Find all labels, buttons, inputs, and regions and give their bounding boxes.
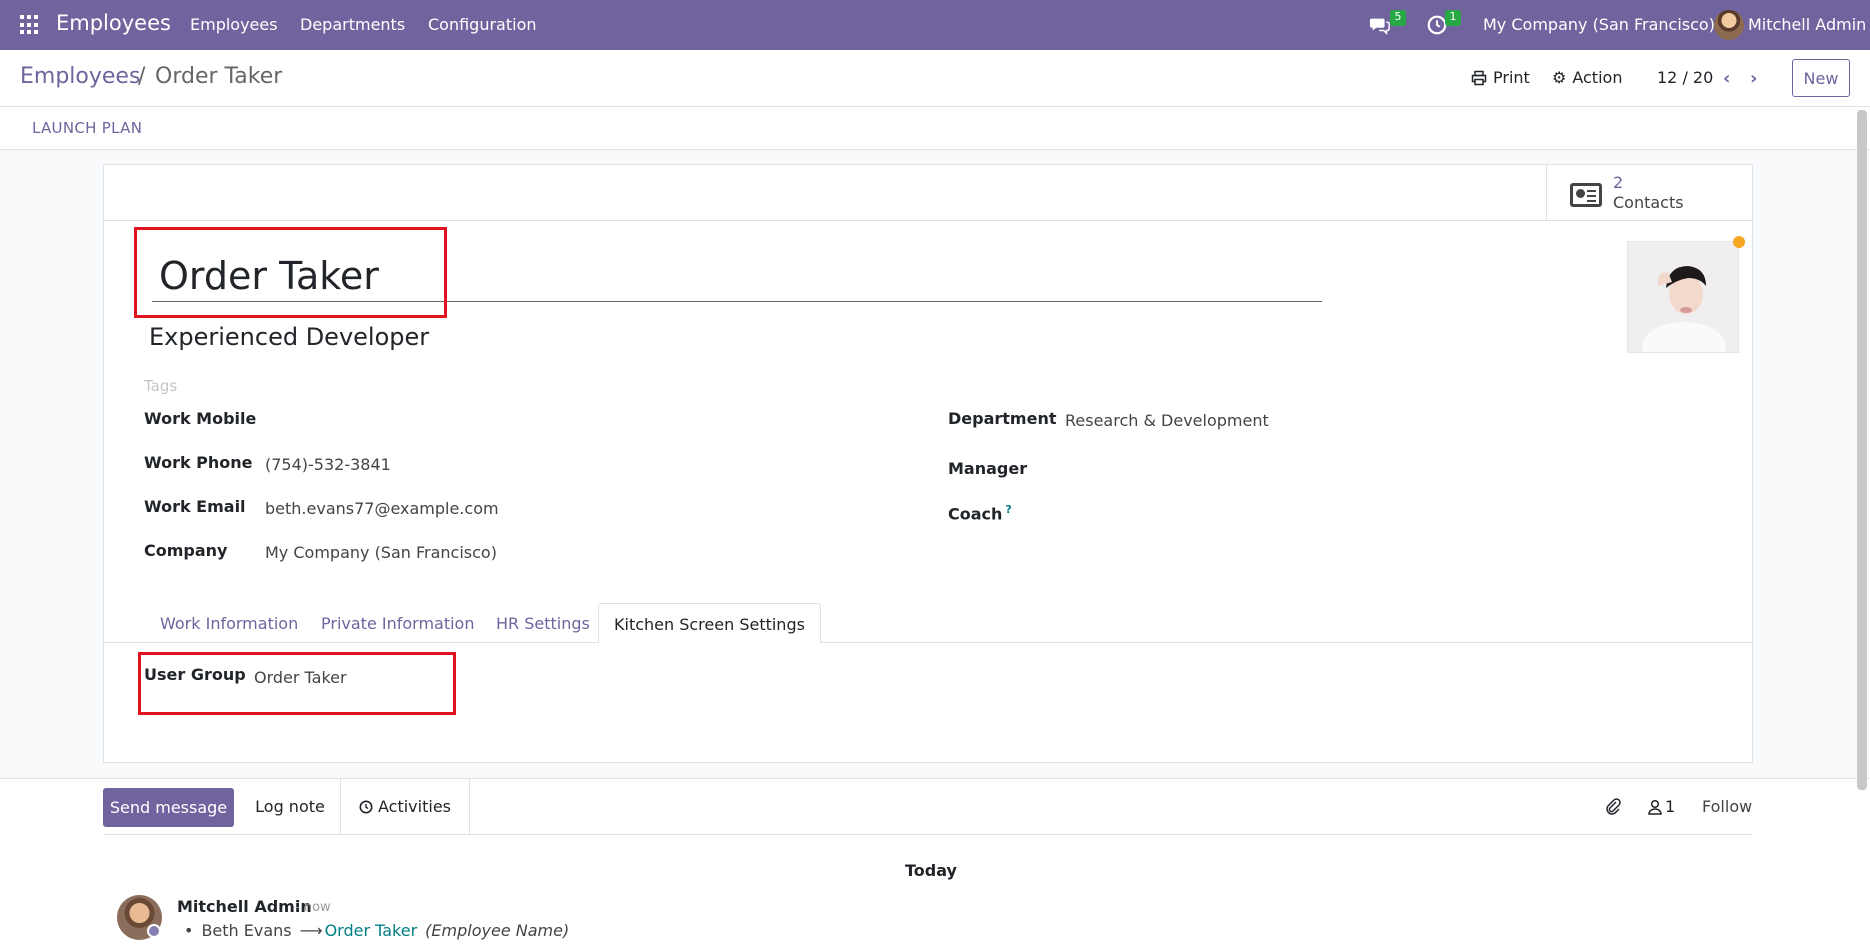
breadcrumb-current: Order Taker xyxy=(155,64,283,89)
user-avatar[interactable] xyxy=(1714,10,1744,40)
activities-button[interactable]: Activities xyxy=(341,779,469,834)
chevron-left-icon[interactable]: ‹ xyxy=(1723,68,1730,89)
tab-work-information[interactable]: Work Information xyxy=(145,603,313,643)
gear-icon: ⚙ xyxy=(1552,68,1567,87)
work-phone-value[interactable]: (754)-532-3841 xyxy=(265,455,391,474)
follow-button[interactable]: Follow xyxy=(1702,797,1752,816)
breadcrumb-employees[interactable]: Employees xyxy=(20,64,140,89)
activities-label: Activities xyxy=(378,797,451,816)
print-button[interactable]: Print xyxy=(1471,68,1530,87)
clock-icon xyxy=(359,800,373,813)
printer-icon xyxy=(1471,70,1487,85)
employee-photo[interactable] xyxy=(1627,241,1739,353)
followers-count: 1 xyxy=(1665,797,1676,816)
menu-departments[interactable]: Departments xyxy=(300,15,405,34)
form-sheet: 2 Contacts Experienced Developer Tags Wo… xyxy=(103,164,1753,763)
online-status-dot xyxy=(147,924,161,938)
work-phone-label: Work Phone xyxy=(144,453,253,472)
manager-label: Manager xyxy=(948,459,1028,478)
message-time: - now xyxy=(295,900,331,915)
user-menu[interactable]: Mitchell Admin xyxy=(1748,15,1866,34)
presence-status-dot xyxy=(1733,236,1745,248)
chatter-header-divider xyxy=(103,834,1753,835)
chatter: Send message Log note Activities 1 Follo… xyxy=(0,778,1870,952)
tracking-change: • Beth Evans ⟶ Order Taker (Employee Nam… xyxy=(184,921,569,940)
messages-badge: 5 xyxy=(1390,10,1406,26)
app-name[interactable]: Employees xyxy=(56,11,171,35)
old-value: Beth Evans xyxy=(201,921,292,940)
form-statusbar: LAUNCH PLAN xyxy=(0,107,1870,150)
menu-employees[interactable]: Employees xyxy=(190,15,278,34)
tab-private-information[interactable]: Private Information xyxy=(306,603,489,643)
company-switcher[interactable]: My Company (San Francisco) xyxy=(1483,15,1715,34)
new-value: Order Taker xyxy=(324,921,418,940)
launch-plan-button[interactable]: LAUNCH PLAN xyxy=(32,119,142,137)
user-icon xyxy=(1648,799,1662,815)
company-label: Company xyxy=(144,541,228,560)
work-mobile-label: Work Mobile xyxy=(144,409,257,428)
department-label: Department xyxy=(948,409,1057,428)
notebook-tabs: Work Information Private Information HR … xyxy=(104,603,1752,644)
job-title-field[interactable]: Experienced Developer xyxy=(149,323,429,351)
log-note-button[interactable]: Log note xyxy=(240,779,340,834)
tags-field[interactable]: Tags xyxy=(144,377,177,395)
address-card-icon xyxy=(1570,183,1602,207)
employee-photo-image xyxy=(1628,242,1738,352)
date-separator: Today xyxy=(905,861,957,880)
tab-kitchen-screen-settings[interactable]: Kitchen Screen Settings xyxy=(598,603,821,644)
work-email-value[interactable]: beth.evans77@example.com xyxy=(265,499,499,518)
arrow-right-icon: ⟶ xyxy=(299,921,323,940)
user-group-highlight-box xyxy=(138,652,456,715)
action-button[interactable]: ⚙ Action xyxy=(1552,68,1622,87)
control-panel: Employees / Order Taker Print ⚙ Action 1… xyxy=(0,50,1870,107)
help-tooltip-icon[interactable]: ? xyxy=(1005,503,1011,516)
button-box: 2 Contacts xyxy=(104,165,1752,221)
menu-configuration[interactable]: Configuration xyxy=(428,15,537,34)
coach-label: Coach? xyxy=(948,503,1012,523)
breadcrumb-separator: / xyxy=(138,64,146,89)
activities-badge: 1 xyxy=(1445,10,1461,26)
changed-field-name: (Employee Name) xyxy=(425,921,570,940)
contacts-smart-button[interactable]: 2 Contacts xyxy=(1546,165,1752,221)
top-navbar: Employees Employees Departments Configur… xyxy=(0,0,1870,50)
pager-value[interactable]: 12 / 20 xyxy=(1657,68,1713,87)
company-value[interactable]: My Company (San Francisco) xyxy=(265,543,497,562)
bullet: • xyxy=(184,921,194,940)
department-value[interactable]: Research & Development xyxy=(1065,411,1269,430)
contacts-label: Contacts xyxy=(1613,193,1684,212)
print-label: Print xyxy=(1493,68,1530,87)
name-highlight-box xyxy=(134,227,447,318)
message-author[interactable]: Mitchell Admin xyxy=(177,897,312,916)
apps-menu-icon[interactable] xyxy=(20,15,40,35)
followers-button[interactable]: 1 xyxy=(1648,797,1675,816)
send-message-button[interactable]: Send message xyxy=(103,788,234,827)
chevron-right-icon[interactable]: › xyxy=(1750,68,1757,89)
scrollbar[interactable] xyxy=(1857,110,1867,790)
new-button[interactable]: New xyxy=(1792,59,1850,97)
contacts-count: 2 xyxy=(1613,173,1624,192)
paperclip-icon[interactable] xyxy=(1604,797,1622,815)
coach-label-text: Coach xyxy=(948,504,1003,524)
work-email-label: Work Email xyxy=(144,497,246,516)
tab-hr-settings[interactable]: HR Settings xyxy=(481,603,605,643)
action-label: Action xyxy=(1572,68,1623,87)
chatter-divider xyxy=(469,779,470,834)
messages-icon[interactable] xyxy=(1369,14,1391,36)
